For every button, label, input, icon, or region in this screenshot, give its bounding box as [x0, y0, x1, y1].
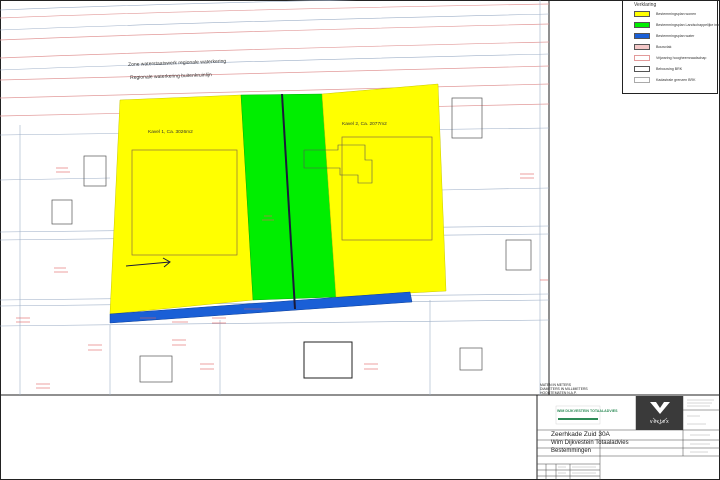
legend-item: Vrijwaring hoogheemraadschap — [634, 54, 706, 62]
legend-title: Verklaring — [634, 2, 657, 8]
legend-label: Bestemmingsplan wonen — [656, 12, 697, 16]
legend-swatch — [634, 33, 650, 39]
legend-item: Kadastrale grenzen BRK — [634, 76, 696, 84]
client-name: Wim Dijkvestein Totaaladvies — [551, 440, 629, 446]
zone-wonen-lot1 — [109, 94, 254, 315]
drawing-notes: MATEN IN METERS DIAMETERS IN MILLIMETERS… — [540, 383, 588, 395]
legend-item: Bestemmingsplan water — [634, 32, 694, 40]
company-name: WIM DIJKVESTEIN TOTAALADVIES — [557, 409, 618, 413]
lot1-label: Kavel 1, Ca. 3026m2 — [148, 130, 193, 135]
legend-label: Kadastrale grenzen BRK — [656, 78, 696, 82]
company-logo-bar — [558, 418, 598, 420]
legend-item: Bestemmingsplan wonen — [634, 10, 696, 18]
legend-swatch — [634, 55, 650, 61]
legend-label: Bouwvlak — [656, 45, 672, 49]
legend-swatch — [634, 22, 650, 28]
legend-swatch — [634, 11, 650, 17]
legend-swatch — [634, 44, 650, 50]
legend-label: Vrijwaring hoogheemraadschap — [656, 56, 707, 60]
project-address: Zeerhkade Zuid 30A — [551, 431, 610, 438]
legend-label: Bebouwing BRK — [656, 67, 683, 71]
drawing-sheet: Zone waterstaatswerk regionale waterkeri… — [0, 0, 720, 480]
brand-name: vertex — [650, 419, 670, 425]
legend-item: Bebouwing BRK — [634, 65, 682, 73]
legend-item: Bouwvlak — [634, 43, 671, 51]
zone-wonen-lot2 — [321, 83, 447, 298]
legend-swatch — [634, 66, 650, 72]
legend-label: Bestemmingsplan water — [656, 34, 695, 38]
legend-swatch — [634, 77, 650, 83]
legend-label: Bestemmingsplan Landschappelijke inpassi… — [656, 23, 720, 27]
legend-item: Bestemmingsplan Landschappelijke inpassi… — [634, 21, 720, 29]
zoning-map — [0, 0, 720, 480]
drawing-note: HOOGTEMATEN N.A.P. — [540, 391, 577, 395]
lot2-label: Kavel 2, Ca. 2077m2 — [342, 122, 387, 127]
drawing-subject: Bestemmingen — [551, 448, 592, 454]
